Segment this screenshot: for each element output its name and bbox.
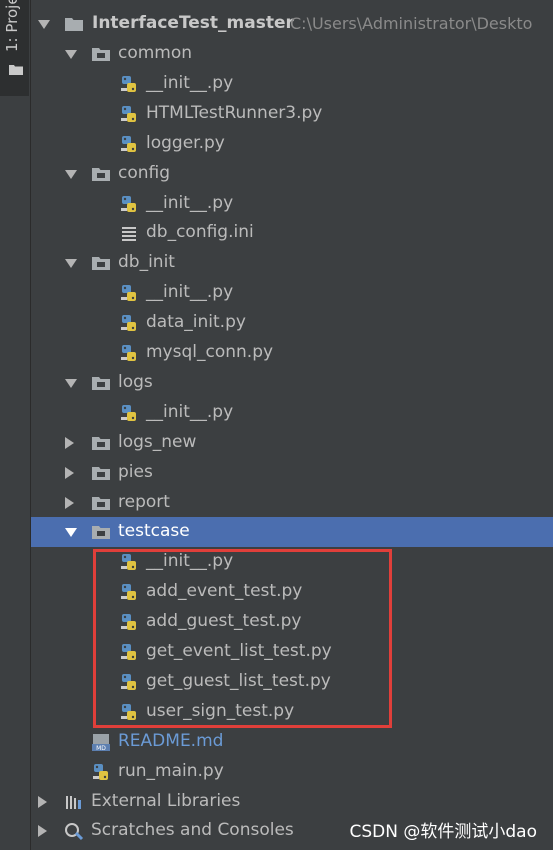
project-tool-tab-label: 1: Proje: [3, 0, 21, 52]
tree-item-label: run_main.py: [118, 760, 224, 781]
tree-folder-row[interactable]: report: [31, 488, 553, 518]
python-file-icon: [119, 104, 139, 124]
scratches-icon: [64, 821, 84, 841]
chevron-down-icon[interactable]: [65, 528, 77, 538]
tree-item-label: External Libraries: [91, 790, 241, 811]
folder-icon: [91, 493, 111, 513]
project-folder-icon: [65, 18, 83, 31]
tree-item-label: logger.py: [146, 132, 225, 153]
tree-file-row[interactable]: run_main.py: [31, 757, 553, 787]
project-tool-tab[interactable]: 1: Proje: [0, 0, 29, 96]
tree-file-row[interactable]: data_init.py: [31, 308, 553, 338]
tree-file-row[interactable]: HTMLTestRunner3.py: [31, 99, 553, 129]
tree-file-row[interactable]: __init__.py: [31, 278, 553, 308]
tree-item-label: __init__.py: [146, 282, 234, 303]
project-name: InterfaceTest_master: [92, 13, 294, 33]
tree-item-label: __init__.py: [146, 401, 234, 422]
tree-file-row[interactable]: db_config.ini: [31, 218, 553, 248]
tree-item-label: common: [118, 43, 193, 63]
python-file-icon: [119, 283, 139, 303]
python-file-icon: [91, 762, 111, 782]
folder-icon: [9, 65, 23, 75]
python-file-icon: [119, 403, 139, 423]
chevron-right-icon[interactable]: [65, 466, 74, 479]
python-file-icon: [119, 313, 139, 333]
folder-icon: [91, 522, 111, 542]
tree-item-label: __init__.py: [146, 72, 234, 93]
python-file-icon: [119, 74, 139, 94]
tree-folder-row[interactable]: testcase: [31, 517, 553, 548]
folder-icon: [91, 253, 111, 273]
watermark: CSDN @软件测试小dao: [349, 822, 537, 842]
tree-folder-row[interactable]: common: [31, 39, 553, 69]
folder-icon: [91, 44, 111, 64]
folder-icon: [91, 463, 111, 483]
tree-item-label: config: [118, 162, 171, 183]
svg-text:MD: MD: [96, 745, 106, 752]
chevron-right-icon[interactable]: [38, 795, 47, 808]
tool-window-strip: 1: Proje: [0, 0, 31, 850]
folder-icon: [91, 373, 111, 393]
chevron-right-icon[interactable]: [65, 436, 74, 449]
tree-folder-row[interactable]: db_init: [31, 248, 553, 278]
tree-folder-row[interactable]: logs: [31, 368, 553, 398]
tree-item-label: data_init.py: [146, 312, 246, 333]
python-file-icon: [119, 134, 139, 154]
tree-folder-row[interactable]: External Libraries: [31, 787, 553, 817]
tree-item-label: testcase: [118, 521, 190, 542]
tree-item-label: logs: [118, 371, 153, 392]
python-file-icon: [119, 343, 139, 363]
project-path: C:\Users\Administrator\Deskto: [290, 14, 533, 33]
project-root-row[interactable]: InterfaceTest_master C:\Users\Administra…: [31, 9, 553, 39]
tree-file-row[interactable]: logger.py: [31, 129, 553, 159]
chevron-down-icon[interactable]: [65, 259, 77, 269]
tree-item-label: pies: [118, 461, 153, 482]
libraries-icon: [64, 792, 84, 812]
chevron-right-icon[interactable]: [38, 825, 47, 838]
chevron-down-icon[interactable]: [65, 169, 77, 179]
tree-item-label: Scratches and Consoles: [91, 820, 294, 841]
python-file-icon: [119, 194, 139, 214]
chevron-right-icon[interactable]: [65, 496, 74, 509]
folder-icon: [91, 164, 111, 184]
tree-item-label: mysql_conn.py: [146, 342, 274, 362]
tree-file-row[interactable]: MD README.md: [31, 727, 553, 757]
chevron-down-icon[interactable]: [65, 50, 77, 59]
tree-item-label: db_init: [118, 252, 175, 273]
tree-folder-row[interactable]: logs_new: [31, 428, 553, 458]
tree-item-label: __init__.py: [146, 192, 234, 213]
tree-item-label: logs_new: [118, 431, 197, 452]
tree-file-row[interactable]: __init__.py: [31, 69, 553, 99]
tree-item-label: report: [118, 491, 170, 512]
tree-file-row[interactable]: mysql_conn.py: [31, 338, 553, 368]
highlight-annotation-box: [93, 549, 392, 728]
tree-item-label: README.md: [118, 730, 224, 751]
tree-folder-row[interactable]: config: [31, 159, 553, 189]
tree-file-row[interactable]: __init__.py: [31, 189, 553, 219]
chevron-down-icon[interactable]: [38, 20, 50, 29]
tree-folder-row[interactable]: pies: [31, 458, 553, 488]
tree-item-label: db_config.ini: [146, 222, 254, 243]
chevron-down-icon[interactable]: [65, 378, 77, 388]
tree-file-row[interactable]: __init__.py: [31, 398, 553, 428]
tree-item-label: HTMLTestRunner3.py: [146, 102, 323, 123]
ini-file-icon: [119, 223, 139, 243]
markdown-file-icon: MD: [91, 732, 111, 752]
folder-icon: [91, 433, 111, 453]
